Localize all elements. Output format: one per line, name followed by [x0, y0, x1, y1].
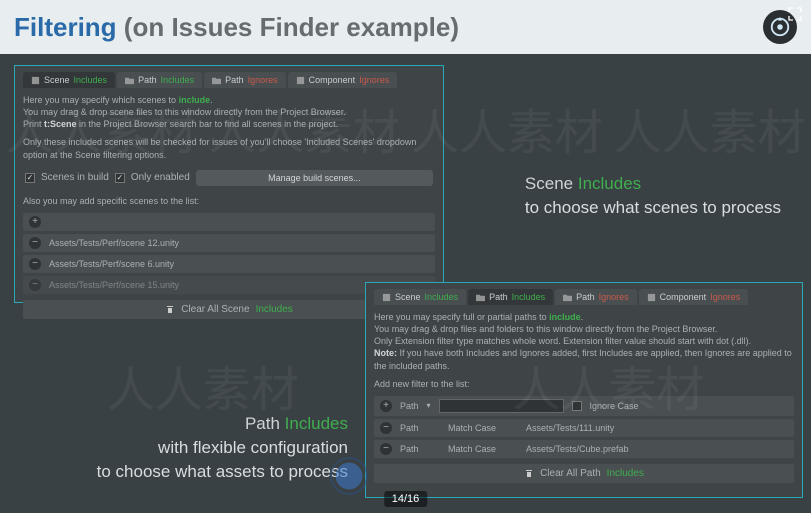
watermark-logo-icon [330, 457, 368, 495]
folder-icon [563, 293, 572, 302]
component-icon [296, 76, 305, 85]
add-scene-button[interactable]: + [29, 216, 41, 228]
folder-icon [125, 76, 134, 85]
path-add-row: + Path ▾ Ignore Case [374, 396, 794, 416]
remove-item-button[interactable]: − [29, 258, 41, 270]
scene-tabs: Scene Includes Path Includes Path Ignore… [23, 72, 435, 88]
scene-hint: Here you may specify which scenes to inc… [23, 94, 435, 130]
cube-icon [382, 293, 391, 302]
also-add-label: Also you may add specific scenes to the … [23, 195, 435, 207]
scene-list-item: − Assets/Tests/Perf/scene 6.unity [23, 255, 435, 273]
scenes-in-build-checkbox[interactable]: ✓ [25, 173, 35, 183]
scene-hint-2: Only these included scenes will be check… [23, 136, 435, 160]
clear-icon [165, 304, 175, 314]
tab-path-ignores[interactable]: Path Ignores [204, 72, 286, 88]
only-enabled-label: Only enabled [131, 172, 190, 183]
scene-includes-panel: Scene Includes Path Includes Path Ignore… [14, 65, 444, 303]
path-includes-panel: Scene Includes Path Includes Path Ignore… [365, 282, 803, 498]
page-indicator: 14/16 [384, 491, 428, 507]
path-caption: Path Includes with flexible configuratio… [28, 412, 348, 483]
folder-icon [212, 76, 221, 85]
tab-path-includes[interactable]: Path Includes [117, 72, 202, 88]
ignore-case-label: Ignore Case [590, 401, 639, 411]
remove-item-button[interactable]: − [380, 422, 392, 434]
dropdown-icon[interactable]: ▾ [427, 401, 431, 410]
slide-header: Filtering (on Issues Finder example) [0, 0, 811, 54]
header-title-a: Filtering [14, 12, 117, 42]
clear-all-path-button[interactable]: Clear All Path Includes [374, 464, 794, 483]
cube-icon [31, 76, 40, 85]
remove-item-button[interactable]: − [29, 279, 41, 291]
add-filter-label: Add new filter to the list: [374, 378, 794, 390]
tab-scene-includes[interactable]: Scene Includes [374, 289, 466, 305]
add-path-button[interactable]: + [380, 400, 392, 412]
path-list-item: − Path Match Case Assets/Tests/Cube.pref… [374, 440, 794, 458]
tab-component-ignores[interactable]: Component Ignores [639, 289, 749, 305]
only-enabled-checkbox[interactable]: ✓ [115, 173, 125, 183]
folder-icon [476, 293, 485, 302]
clear-icon [524, 468, 534, 478]
scene-caption: Scene Includes to choose what scenes to … [525, 172, 781, 220]
remove-item-button[interactable]: − [380, 443, 392, 455]
tab-scene-includes[interactable]: Scene Includes [23, 72, 115, 88]
scene-add-row: + [23, 213, 435, 231]
path-list-item: − Path Match Case Assets/Tests/111.unity [374, 419, 794, 437]
path-type-label: Path [400, 401, 419, 411]
fullscreen-icon[interactable] [785, 4, 805, 24]
manage-build-scenes-button[interactable]: Manage build scenes... [196, 170, 433, 186]
component-icon [647, 293, 656, 302]
header-title-b: (on Issues Finder example) [124, 12, 459, 42]
path-hint: Here you may specify full or partial pat… [374, 311, 794, 372]
path-tabs: Scene Includes Path Includes Path Ignore… [374, 289, 794, 305]
scenes-in-build-label: Scenes in build [41, 172, 109, 183]
ignore-case-checkbox[interactable] [572, 401, 582, 411]
scene-list-item: − Assets/Tests/Perf/scene 12.unity [23, 234, 435, 252]
tab-path-ignores[interactable]: Path Ignores [555, 289, 637, 305]
path-value-input[interactable] [439, 399, 564, 413]
tab-path-includes[interactable]: Path Includes [468, 289, 553, 305]
tab-component-ignores[interactable]: Component Ignores [288, 72, 398, 88]
remove-item-button[interactable]: − [29, 237, 41, 249]
